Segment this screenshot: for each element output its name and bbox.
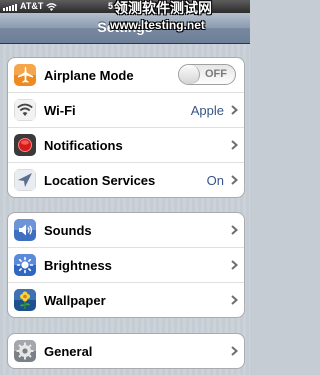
brightness-label: Brightness	[44, 257, 112, 273]
settings-row-airplane-mode[interactable]: Airplane Mode OFF	[8, 58, 244, 93]
settings-row-notifications[interactable]: Notifications	[8, 128, 244, 163]
chevron-right-icon	[231, 175, 238, 185]
settings-row-wallpaper[interactable]: Wallpaper	[8, 283, 244, 317]
flower-icon	[14, 289, 36, 311]
sounds-label: Sounds	[44, 222, 92, 238]
airplane-mode-label: Airplane Mode	[44, 67, 134, 83]
location-icon	[14, 169, 36, 191]
settings-row-brightness[interactable]: Brightness	[8, 248, 244, 283]
settings-row-sounds[interactable]: Sounds	[8, 213, 244, 248]
watermark-overlay: 领测软件测试网 www.ltesting.net	[110, 0, 248, 34]
airplane-icon	[14, 64, 36, 86]
settings-row-wifi[interactable]: Wi-Fi Apple	[8, 93, 244, 128]
speaker-icon	[14, 219, 36, 241]
settings-screen: AT&T 5:59 PM Settings 领测软件测试网 www.ltesti…	[0, 0, 250, 375]
chevron-right-icon	[231, 225, 238, 235]
toggle-knob	[179, 65, 200, 84]
sun-icon	[14, 254, 36, 276]
settings-group-display: Sounds Brightness Wallpaper	[7, 212, 245, 318]
chevron-right-icon	[231, 260, 238, 270]
notifications-icon	[14, 134, 36, 156]
wifi-icon	[14, 99, 36, 121]
chevron-right-icon	[231, 140, 238, 150]
chevron-right-icon	[231, 346, 238, 356]
wifi-label: Wi-Fi	[44, 102, 76, 118]
watermark-text: 领测软件测试网	[114, 0, 212, 16]
wifi-network-value: Apple	[190, 102, 224, 118]
general-label: General	[44, 343, 93, 359]
settings-group-general: General	[7, 333, 245, 369]
settings-row-location-services[interactable]: Location Services On	[8, 163, 244, 197]
settings-group-network: Airplane Mode OFF Wi-Fi Apple Notificati…	[7, 57, 245, 198]
location-services-value: On	[206, 172, 224, 188]
watermark-url: www.ltesting.net	[110, 18, 205, 32]
chevron-right-icon	[231, 105, 238, 115]
location-services-label: Location Services	[44, 172, 156, 188]
notifications-label: Notifications	[44, 137, 123, 153]
toggle-state-text: OFF	[205, 68, 227, 80]
chevron-right-icon	[231, 295, 238, 305]
gear-icon	[14, 340, 36, 362]
wallpaper-label: Wallpaper	[44, 292, 106, 308]
settings-row-general[interactable]: General	[8, 334, 244, 368]
airplane-mode-toggle[interactable]: OFF	[178, 64, 236, 85]
